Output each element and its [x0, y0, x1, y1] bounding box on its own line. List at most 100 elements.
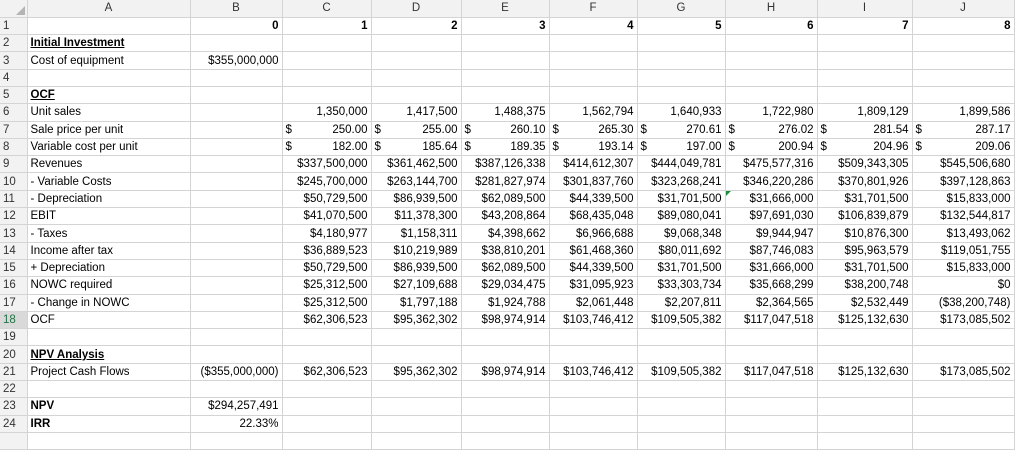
value-cell[interactable]: $36,889,523	[282, 242, 372, 260]
value-cell[interactable]	[725, 86, 818, 105]
value-cell[interactable]	[817, 34, 913, 53]
value-cell[interactable]: $294,257,491	[190, 397, 283, 416]
value-cell[interactable]: $98,974,914	[461, 311, 550, 330]
value-cell[interactable]	[637, 34, 726, 53]
value-cell[interactable]	[912, 432, 1015, 451]
value-cell[interactable]	[725, 34, 818, 53]
value-cell[interactable]	[190, 224, 283, 243]
year-header-cell[interactable]: 4	[549, 17, 638, 36]
value-cell[interactable]	[912, 415, 1015, 433]
value-cell[interactable]: 22.33%	[190, 415, 283, 433]
value-cell[interactable]: $117,047,518	[725, 363, 818, 382]
row-label-cell[interactable]	[27, 69, 191, 87]
row-label-cell[interactable]: NPV	[27, 397, 191, 416]
value-cell[interactable]: ($355,000,000)	[190, 363, 283, 382]
value-cell[interactable]	[817, 51, 913, 70]
value-cell[interactable]: 1,417,500	[371, 103, 462, 122]
value-cell[interactable]	[190, 138, 283, 157]
year-header-cell[interactable]: 7	[817, 17, 913, 36]
value-cell[interactable]	[190, 345, 283, 364]
value-cell[interactable]	[725, 432, 818, 451]
value-cell[interactable]	[371, 432, 462, 451]
value-cell[interactable]: $97,691,030	[725, 207, 818, 226]
value-cell[interactable]	[461, 69, 550, 87]
value-cell[interactable]: $301,837,760	[549, 172, 638, 191]
value-cell[interactable]: $95,362,302	[371, 311, 462, 330]
value-cell[interactable]: $43,208,864	[461, 207, 550, 226]
value-cell[interactable]	[190, 311, 283, 330]
value-cell[interactable]	[637, 328, 726, 347]
value-cell[interactable]: $62,089,500	[461, 190, 550, 209]
value-cell[interactable]: $80,011,692	[637, 242, 726, 260]
value-cell[interactable]: $444,049,781	[637, 155, 726, 174]
row-header[interactable]: 14	[0, 242, 28, 260]
year-header-cell[interactable]: 8	[912, 17, 1015, 36]
value-cell[interactable]	[461, 380, 550, 399]
value-cell[interactable]: $370,801,926	[817, 172, 913, 191]
value-cell[interactable]	[637, 415, 726, 433]
row-label-cell[interactable]: IRR	[27, 415, 191, 433]
row-header[interactable]: 23	[0, 397, 28, 416]
value-cell[interactable]	[912, 345, 1015, 364]
value-cell[interactable]	[461, 328, 550, 347]
value-cell[interactable]: $387,126,338	[461, 155, 550, 174]
value-cell[interactable]: $31,666,000	[725, 259, 818, 278]
value-cell[interactable]	[637, 380, 726, 399]
value-cell[interactable]: $276.02	[725, 121, 818, 139]
year-header-cell[interactable]: 3	[461, 17, 550, 36]
value-cell[interactable]: $200.94	[725, 138, 818, 157]
row-label-cell[interactable]: Cost of equipment	[27, 51, 191, 70]
value-cell[interactable]	[461, 432, 550, 451]
value-cell[interactable]	[190, 34, 283, 53]
value-cell[interactable]	[371, 380, 462, 399]
value-cell[interactable]	[817, 380, 913, 399]
value-cell[interactable]	[282, 345, 372, 364]
value-cell[interactable]: $38,200,748	[817, 276, 913, 295]
row-header[interactable]: 7	[0, 121, 28, 139]
value-cell[interactable]: 1,562,794	[549, 103, 638, 122]
value-cell[interactable]: $337,500,000	[282, 155, 372, 174]
row-header[interactable]: 19	[0, 328, 28, 347]
value-cell[interactable]	[912, 51, 1015, 70]
value-cell[interactable]: $6,966,688	[549, 224, 638, 243]
value-cell[interactable]: $414,612,307	[549, 155, 638, 174]
row-header[interactable]: 9	[0, 155, 28, 174]
value-cell[interactable]: $1,797,188	[371, 294, 462, 312]
value-cell[interactable]	[549, 69, 638, 87]
row-label-cell[interactable]: - Depreciation	[27, 190, 191, 209]
value-cell[interactable]	[912, 69, 1015, 87]
value-cell[interactable]: $68,435,048	[549, 207, 638, 226]
value-cell[interactable]: $103,746,412	[549, 363, 638, 382]
value-cell[interactable]: $25,312,500	[282, 276, 372, 295]
value-cell[interactable]	[912, 397, 1015, 416]
value-cell[interactable]: 1,809,129	[817, 103, 913, 122]
value-cell[interactable]: $27,109,688	[371, 276, 462, 295]
value-cell[interactable]: 1,640,933	[637, 103, 726, 122]
value-cell[interactable]: $255.00	[371, 121, 462, 139]
value-cell[interactable]: $193.14	[549, 138, 638, 157]
row-label-cell[interactable]: Sale price per unit	[27, 121, 191, 139]
value-cell[interactable]: $62,089,500	[461, 259, 550, 278]
row-label-cell[interactable]: - Taxes	[27, 224, 191, 243]
column-header-i[interactable]: I	[817, 0, 913, 18]
row-label-cell[interactable]: Unit sales	[27, 103, 191, 122]
row-label-cell[interactable]	[27, 328, 191, 347]
value-cell[interactable]: $263,144,700	[371, 172, 462, 191]
row-header[interactable]: 16	[0, 276, 28, 295]
value-cell[interactable]	[549, 415, 638, 433]
value-cell[interactable]	[190, 207, 283, 226]
row-label-cell[interactable]: Project Cash Flows	[27, 363, 191, 382]
value-cell[interactable]	[371, 328, 462, 347]
row-header[interactable]: 20	[0, 345, 28, 364]
value-cell[interactable]: $50,729,500	[282, 259, 372, 278]
value-cell[interactable]: $185.64	[371, 138, 462, 157]
value-cell[interactable]: $10,219,989	[371, 242, 462, 260]
value-cell[interactable]: $44,339,500	[549, 259, 638, 278]
value-cell[interactable]: $10,876,300	[817, 224, 913, 243]
value-cell[interactable]: $31,666,000	[725, 190, 818, 209]
value-cell[interactable]: $9,944,947	[725, 224, 818, 243]
row-header[interactable]: 3	[0, 51, 28, 70]
row-header[interactable]: 10	[0, 172, 28, 191]
value-cell[interactable]: $4,398,662	[461, 224, 550, 243]
value-cell[interactable]: $89,080,041	[637, 207, 726, 226]
